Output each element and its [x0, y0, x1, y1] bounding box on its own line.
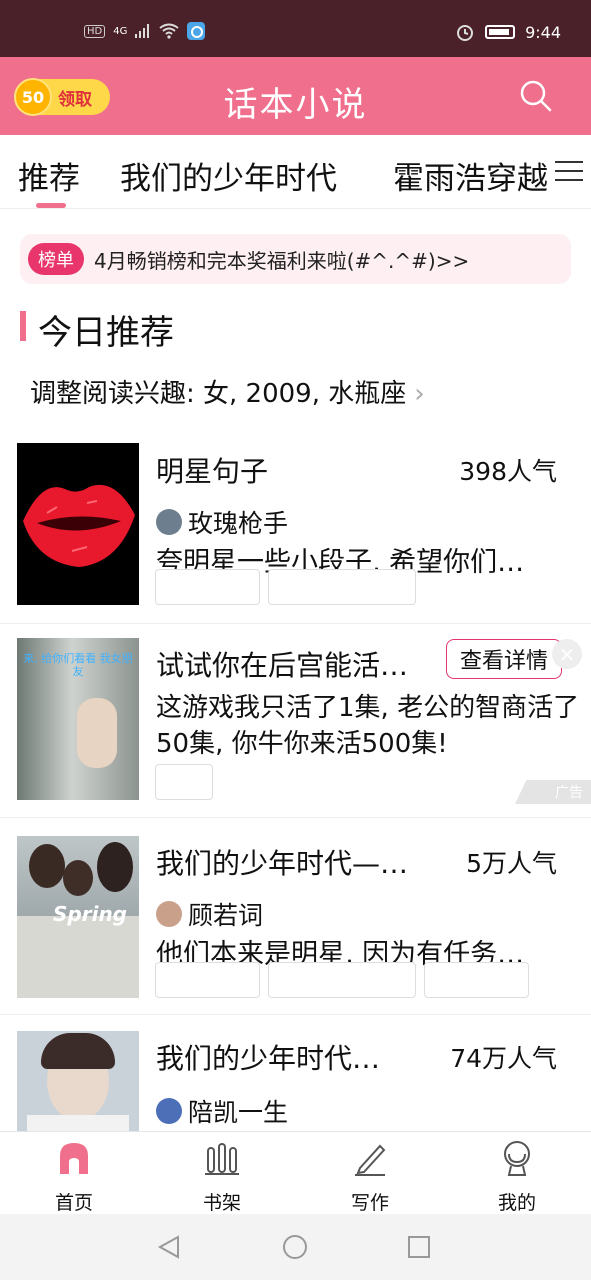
book-title: 我们的少年时代… — [156, 1042, 381, 1075]
status-bar: HD 4G 9:44 — [0, 0, 591, 57]
book-popularity: 74万人气 — [450, 1044, 557, 1073]
ad-cover-caption: 来, 给你们看看 我女朋友 — [23, 652, 133, 678]
ranking-notice[interactable]: 榜单 4月畅销榜和完本奖福利来啦(#^.^#)>> — [20, 234, 571, 284]
book-cover — [17, 1031, 139, 1131]
nav-label: 写作 — [350, 1192, 389, 1214]
profile-icon — [504, 1141, 530, 1176]
nav-profile[interactable]: 我的 — [467, 1140, 567, 1215]
book-tag[interactable] — [155, 962, 260, 998]
network-badge: 4G — [113, 25, 128, 37]
ad-card[interactable]: 来, 给你们看看 我女朋友 试试你在后宫能活… 查看详情 × 这游戏我只活了1集… — [0, 624, 591, 818]
book-tag[interactable] — [155, 569, 260, 605]
battery-icon — [485, 25, 516, 39]
nav-home[interactable]: 首页 — [24, 1140, 124, 1215]
subcategory-strip — [0, 209, 591, 223]
interest-text: 调整阅读兴趣: 女, 2009, 水瓶座 — [30, 379, 407, 409]
ad-title: 试试你在后宫能活… — [156, 649, 409, 682]
view-details-button[interactable]: 查看详情 — [446, 639, 562, 679]
author-name: 顾若词 — [188, 901, 264, 930]
ad-label-text: 广告 — [555, 785, 583, 801]
app-title: 话本小说 — [223, 85, 368, 125]
tab-huo-yuhao[interactable]: 霍雨浩穿越 — [393, 153, 548, 198]
section-accent-bar — [20, 311, 26, 341]
chevron-right-icon: › — [414, 379, 425, 409]
close-icon[interactable]: × — [552, 639, 582, 669]
book-tag[interactable] — [268, 962, 416, 998]
author-name: 陪凯一生 — [188, 1098, 289, 1127]
book-tag[interactable] — [268, 569, 416, 605]
recent-apps-icon[interactable] — [407, 1235, 431, 1259]
nav-bookshelf[interactable]: 书架 — [172, 1140, 272, 1215]
status-left: HD 4G — [84, 22, 206, 40]
home-circle-icon[interactable] — [282, 1234, 308, 1260]
book-cover: Spring — [17, 836, 139, 998]
book-card[interactable]: 明星句子 398人气 玫瑰枪手 夸明星一些小段子, 希望你们… — [0, 430, 591, 624]
ranking-badge: 榜单 — [28, 243, 84, 275]
app-header: 50 领取 话本小说 — [0, 57, 591, 135]
tab-recommend[interactable]: 推荐 — [18, 153, 80, 198]
nav-label: 书架 — [202, 1192, 241, 1214]
book-author: 陪凯一生 — [156, 1093, 288, 1129]
ad-tag[interactable] — [155, 764, 213, 800]
status-right: 9:44 — [455, 22, 561, 42]
author-name: 玫瑰枪手 — [188, 509, 289, 538]
book-card[interactable]: Spring 我们的少年时代—… 5万人气 顾若词 他们本来是明星, 因为有任务… — [0, 818, 591, 1015]
nav-label: 我的 — [497, 1192, 536, 1214]
home-icon — [60, 1143, 88, 1174]
book-author: 顾若词 — [156, 896, 263, 932]
lips-image — [23, 484, 135, 567]
bookshelf-icon — [205, 1143, 239, 1175]
menu-icon[interactable] — [555, 161, 583, 185]
ad-cover: 来, 给你们看看 我女朋友 — [17, 638, 139, 800]
app-notification-icon — [187, 22, 206, 40]
search-icon[interactable] — [519, 79, 553, 113]
hd-badge: HD — [84, 24, 106, 38]
book-tag[interactable] — [424, 962, 529, 998]
adjust-interest-link[interactable]: 调整阅读兴趣: 女, 2009, 水瓶座 › — [30, 373, 425, 410]
nav-label: 首页 — [54, 1192, 93, 1214]
book-author: 玫瑰枪手 — [156, 504, 288, 540]
notice-text: 4月畅销榜和完本奖福利来啦(#^.^#)>> — [94, 248, 470, 273]
tab-our-youth[interactable]: 我们的少年时代 — [120, 153, 337, 198]
section-title: 今日推荐 — [38, 313, 174, 353]
avatar — [156, 1098, 182, 1124]
avatar — [156, 509, 182, 535]
active-tab-indicator — [36, 203, 66, 208]
book-title: 明星句子 — [156, 455, 269, 488]
book-cover — [17, 443, 139, 605]
status-time: 9:44 — [525, 22, 561, 42]
avatar — [156, 901, 182, 927]
book-card[interactable]: 我们的少年时代… 74万人气 陪凯一生 — [0, 1015, 591, 1131]
nav-write[interactable]: 写作 — [320, 1140, 420, 1215]
book-title: 我们的少年时代—… — [156, 847, 409, 880]
book-popularity: 398人气 — [459, 457, 557, 486]
ad-label: 广告 — [515, 780, 591, 804]
wifi-icon — [159, 23, 179, 39]
pen-icon — [355, 1144, 386, 1176]
alarm-icon — [457, 25, 474, 41]
book-popularity: 5万人气 — [466, 849, 557, 878]
bottom-navigation: 首页 书架 写作 我的 — [0, 1131, 591, 1214]
cover-spring-text: Spring — [53, 902, 127, 926]
signal-icon — [135, 24, 150, 38]
system-navigation-bar — [0, 1214, 591, 1280]
back-icon[interactable] — [156, 1234, 182, 1260]
ad-description: 这游戏我只活了1集, 老公的智商活了50集, 你牛你来活500集! — [156, 693, 580, 759]
category-tabs: 推荐 我们的少年时代 霍雨浩穿越 — [0, 135, 591, 209]
